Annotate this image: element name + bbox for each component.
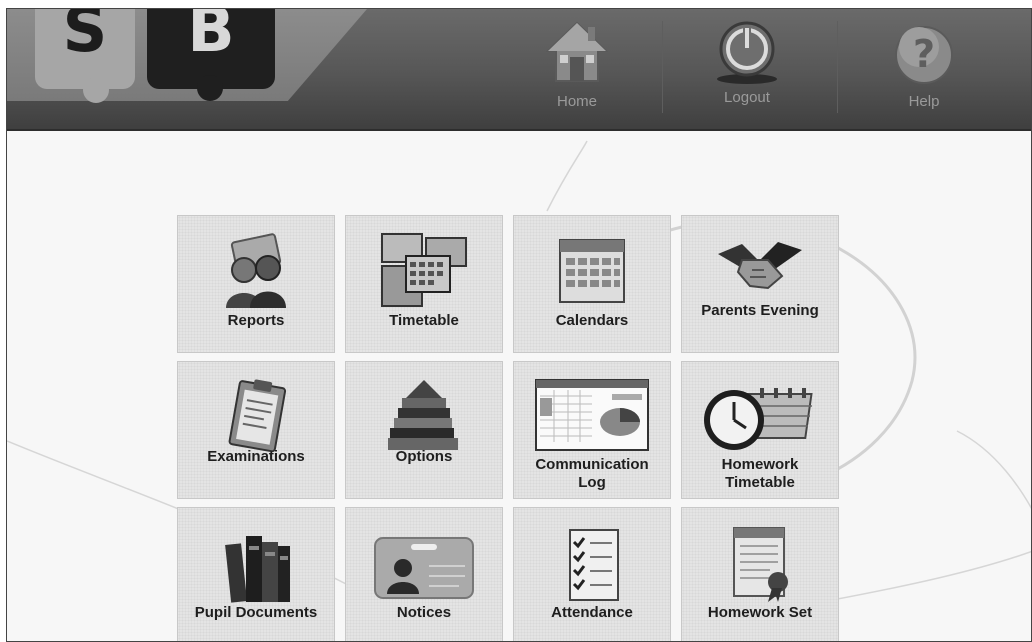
house-icon xyxy=(545,21,609,82)
spreadsheet-icon xyxy=(535,379,649,451)
tile-communication-log[interactable]: Communication Log xyxy=(513,361,671,499)
tile-label: Homework Set xyxy=(707,604,813,621)
tile-label: Reports xyxy=(227,312,285,329)
tile-label: Options xyxy=(395,448,453,465)
nav-divider xyxy=(662,21,663,113)
logout-label: Logout xyxy=(724,89,770,106)
tile-pupil-documents[interactable]: Pupil Documents xyxy=(177,507,335,641)
logo: S B xyxy=(7,8,387,103)
help-button[interactable]: ? Help xyxy=(849,9,999,129)
header: S B Home Logout ? Help xyxy=(7,9,1031,131)
checklist-icon xyxy=(569,529,619,601)
logo-letter-b: B xyxy=(187,8,235,66)
tile-label: Timetable xyxy=(389,312,459,329)
tile-label: Examinations xyxy=(207,448,305,465)
tile-reports[interactable]: Reports xyxy=(177,215,335,353)
logo-piece-b: B xyxy=(147,8,275,101)
tile-homework-timetable[interactable]: Homework Timetable xyxy=(681,361,839,499)
tile-label: Communication Log xyxy=(535,456,649,491)
calendar-icon xyxy=(559,239,625,303)
logout-button[interactable]: Logout xyxy=(672,9,822,129)
tile-examinations[interactable]: Examinations xyxy=(177,361,335,499)
question-icon: ? xyxy=(895,26,953,84)
tile-parents-evening[interactable]: Parents Evening xyxy=(681,215,839,353)
tile-options[interactable]: Options xyxy=(345,361,503,499)
tile-label: Calendars xyxy=(555,312,629,329)
certificate-icon xyxy=(733,527,788,602)
home-label: Home xyxy=(556,93,597,110)
tile-calendars[interactable]: Calendars xyxy=(513,215,671,353)
logo-letter-s: S xyxy=(62,8,108,66)
tile-notices[interactable]: Notices xyxy=(345,507,503,641)
nav-divider xyxy=(837,21,838,113)
tile-label: Homework Timetable xyxy=(721,456,799,491)
logo-piece-s: S xyxy=(35,8,135,103)
id-card-icon xyxy=(374,537,474,599)
help-label: Help xyxy=(908,93,940,110)
tile-timetable[interactable]: Timetable xyxy=(345,215,503,353)
module-grid: Reports Timetable Calendars Parents Even… xyxy=(177,215,841,641)
app-frame: S B Home Logout ? Help Reports Timetable… xyxy=(6,8,1032,642)
tile-label: Notices xyxy=(396,604,452,621)
reports-icon xyxy=(226,233,286,308)
tile-label: Attendance xyxy=(551,604,633,621)
tile-label: Parents Evening xyxy=(701,302,819,319)
tile-label: Pupil Documents xyxy=(194,604,318,621)
timetable-icon xyxy=(381,233,467,307)
svg-text:?: ? xyxy=(913,32,935,76)
home-button[interactable]: Home xyxy=(502,9,652,129)
power-icon xyxy=(717,21,777,84)
clock-calendar-icon xyxy=(704,388,813,450)
tile-attendance[interactable]: Attendance xyxy=(513,507,671,641)
binders-icon xyxy=(225,536,290,603)
main-content: Reports Timetable Calendars Parents Even… xyxy=(7,131,1031,641)
tile-homework-set[interactable]: Homework Set xyxy=(681,507,839,641)
